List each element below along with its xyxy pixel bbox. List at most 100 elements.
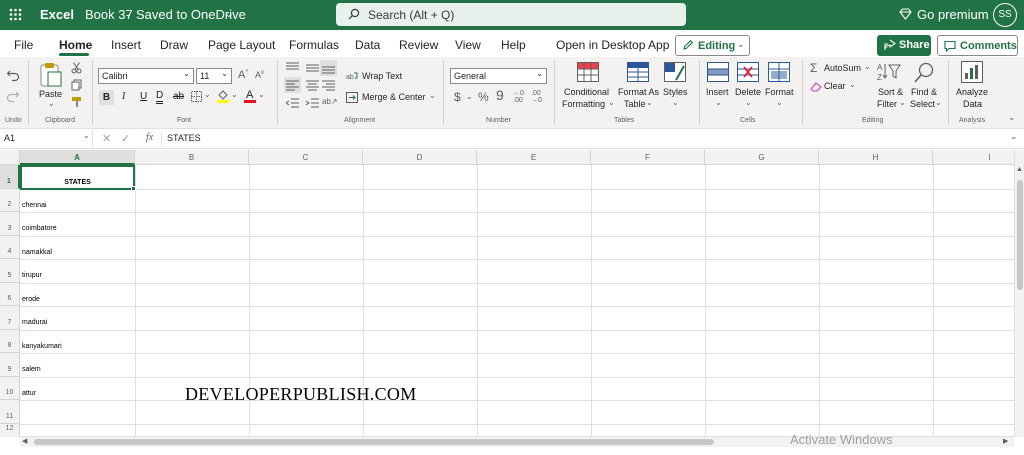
scroll-right-icon[interactable]: ▶	[1003, 437, 1008, 445]
cell-a10[interactable]: attur	[22, 390, 36, 397]
tab-insert[interactable]: Insert	[111, 38, 141, 52]
align-center-icon[interactable]	[306, 80, 319, 91]
name-box[interactable]: A1 ⌄	[0, 130, 93, 148]
row-header-3[interactable]: 3	[0, 212, 20, 236]
autosum-button[interactable]: Σ AutoSum ⌄	[809, 61, 871, 76]
tab-formulas[interactable]: Formulas	[289, 38, 339, 52]
paste-button[interactable]: Paste ⌄	[36, 61, 66, 113]
select-all-corner[interactable]	[0, 150, 20, 165]
tab-review[interactable]: Review	[399, 38, 438, 52]
cell-a2[interactable]: chennai	[22, 202, 47, 209]
font-color-icon[interactable]: A	[244, 88, 256, 103]
row-header-9[interactable]: 9	[0, 353, 20, 377]
wrap-text-button[interactable]: ab Wrap Text	[346, 70, 416, 84]
clear-button[interactable]: Clear ⌄	[809, 80, 859, 94]
italic-button[interactable]: I	[122, 91, 125, 102]
active-cell-a1[interactable]	[20, 165, 135, 190]
row-header-10[interactable]: 10	[0, 377, 20, 400]
underline-button[interactable]: U	[140, 91, 147, 102]
cell-a5[interactable]: tirupur	[22, 272, 42, 279]
cell-a1[interactable]: STATES	[20, 179, 135, 186]
cell-a7[interactable]: madurai	[22, 319, 47, 326]
copy-icon[interactable]	[71, 79, 82, 91]
cell-a6[interactable]: erode	[22, 296, 40, 303]
avatar[interactable]: SS	[993, 3, 1017, 27]
cell-a9[interactable]: salem	[22, 366, 41, 373]
vertical-scroll-thumb[interactable]	[1017, 180, 1023, 290]
app-name[interactable]: Excel	[40, 7, 74, 22]
cell-styles-button[interactable]: Styles ⌄	[661, 61, 691, 113]
find-select-button[interactable]: Find & Select ⌄	[907, 61, 943, 113]
column-header-e[interactable]: E	[477, 150, 591, 165]
tab-draw[interactable]: Draw	[160, 38, 188, 52]
align-right-icon[interactable]	[322, 80, 335, 91]
increase-decimal-icon[interactable]: ←0.00	[513, 90, 524, 104]
app-launcher-icon[interactable]	[9, 8, 22, 21]
merge-center-button[interactable]: Merge & Center ⌄	[346, 91, 438, 105]
row-header-2[interactable]: 2	[0, 189, 20, 212]
conditional-formatting-button[interactable]: Conditional Formatting ⌄	[560, 61, 616, 113]
column-header-b[interactable]: B	[135, 150, 249, 165]
expand-formula-bar-icon[interactable]: ⌄	[1010, 131, 1018, 142]
column-header-d[interactable]: D	[363, 150, 477, 165]
chevron-down-icon[interactable]: ⌄	[258, 90, 265, 99]
redo-icon[interactable]	[6, 89, 20, 103]
double-underline-button[interactable]: D	[156, 91, 164, 104]
open-in-desktop-button[interactable]: Open in Desktop App	[556, 38, 669, 52]
undo-icon[interactable]	[6, 68, 20, 82]
column-header-c[interactable]: C	[249, 150, 363, 165]
bold-button[interactable]: B	[99, 90, 114, 105]
go-premium-link[interactable]: Go premium	[917, 7, 989, 22]
chevron-down-icon[interactable]: ⌄	[466, 92, 473, 101]
tab-home[interactable]: Home	[59, 38, 92, 52]
column-header-h[interactable]: H	[819, 150, 933, 165]
fill-handle[interactable]	[131, 186, 136, 191]
number-format-select[interactable]: General ⌄	[450, 68, 547, 84]
chevron-down-icon[interactable]: ⌄	[231, 90, 238, 99]
align-top-icon[interactable]	[286, 62, 299, 74]
cut-icon[interactable]	[71, 62, 82, 74]
font-name-select[interactable]: Calibri ⌄	[98, 68, 194, 84]
scroll-up-icon[interactable]: ▲	[1016, 166, 1023, 173]
decrease-indent-icon[interactable]	[286, 98, 299, 109]
search-box[interactable]: Search (Alt + Q)	[336, 3, 686, 26]
decrease-decimal-icon[interactable]: .00 →0	[531, 90, 542, 104]
comma-style-icon[interactable]: 9	[496, 87, 504, 103]
confirm-entry-icon[interactable]: ✓	[121, 132, 130, 145]
editing-mode-button[interactable]: Editing ⌄	[675, 35, 750, 56]
column-header-g[interactable]: G	[705, 150, 819, 165]
orientation-icon[interactable]: ab↗	[322, 97, 338, 106]
collapse-ribbon-icon[interactable]: ⌄	[1008, 112, 1016, 123]
percent-icon[interactable]: %	[478, 90, 489, 104]
cell-a4[interactable]: namakkal	[22, 249, 52, 256]
comments-button[interactable]: Comments	[937, 35, 1018, 56]
sort-filter-button[interactable]: AZ Sort & Filter ⌄	[873, 61, 907, 113]
analyze-data-button[interactable]: Analyze Data	[953, 61, 993, 113]
row-header-1[interactable]: 1	[0, 165, 20, 189]
delete-cells-button[interactable]: Delete ⌄	[734, 61, 764, 113]
font-size-select[interactable]: 11 ⌄	[196, 68, 232, 84]
tab-page-layout[interactable]: Page Layout	[208, 38, 275, 52]
increase-font-size-icon[interactable]: A^	[238, 69, 248, 81]
column-header-f[interactable]: F	[591, 150, 705, 165]
share-button[interactable]: Share	[877, 35, 931, 56]
cell-a8[interactable]: kanyakumari	[22, 343, 62, 350]
insert-cells-button[interactable]: Insert ⌄	[705, 61, 733, 113]
tab-data[interactable]: Data	[355, 38, 380, 52]
column-header-a[interactable]: A	[20, 150, 135, 165]
insert-function-icon[interactable]: fx	[146, 132, 153, 143]
tab-file[interactable]: File	[14, 38, 33, 52]
row-header-11[interactable]: 11	[0, 400, 20, 424]
fill-color-icon[interactable]	[217, 89, 229, 103]
align-middle-icon[interactable]	[306, 62, 319, 74]
tab-help[interactable]: Help	[501, 38, 526, 52]
horizontal-scroll-thumb[interactable]	[34, 439, 714, 445]
row-header-7[interactable]: 7	[0, 306, 20, 330]
column-header-i[interactable]: I	[933, 150, 1024, 165]
format-as-table-button[interactable]: Format As Table ⌄	[617, 61, 661, 113]
cancel-entry-icon[interactable]: ✕	[102, 132, 111, 145]
chevron-down-icon[interactable]: ⌄	[225, 9, 233, 20]
row-header-6[interactable]: 6	[0, 283, 20, 306]
row-header-12[interactable]: 12	[0, 424, 20, 437]
format-painter-icon[interactable]	[71, 96, 83, 108]
